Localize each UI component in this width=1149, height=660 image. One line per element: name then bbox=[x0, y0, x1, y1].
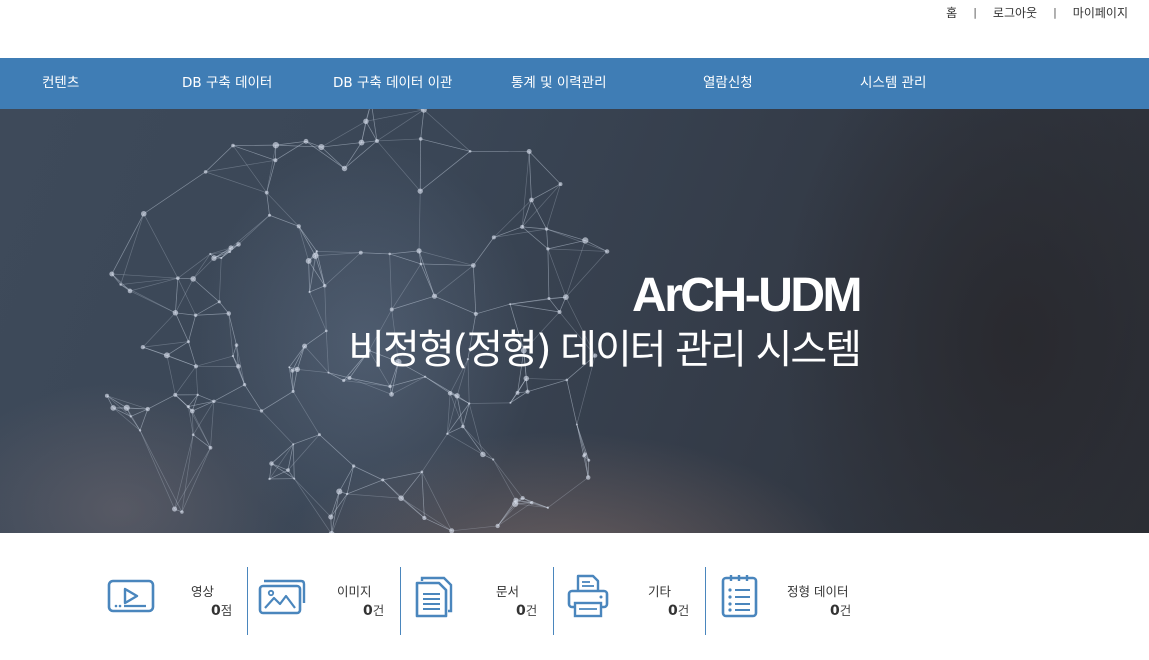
nav-item-db-migration[interactable]: DB 구축 데이터 이관 bbox=[333, 58, 452, 109]
image-icon bbox=[258, 579, 306, 615]
stat-value: 0건 bbox=[830, 600, 851, 619]
stat-unit: 건 bbox=[372, 603, 385, 618]
nav-item-contents[interactable]: 컨텐츠 bbox=[42, 58, 79, 109]
stats-row: 영상 0점 이미지 0건 문서 0건 기타 0건 정형 데이터 0건 bbox=[0, 533, 1149, 660]
stat-divider bbox=[247, 567, 248, 635]
stat-divider bbox=[400, 567, 401, 635]
stat-label: 영상 bbox=[191, 584, 215, 599]
document-icon bbox=[415, 576, 453, 618]
hero-title-ko: 비정형(정형) 데이터 관리 시스템 bbox=[348, 327, 862, 373]
stat-unit: 건 bbox=[839, 603, 852, 618]
top-utility-bar: 홈 | 로그아웃 | 마이페이지 bbox=[0, 0, 1149, 58]
stat-value: 0건 bbox=[363, 600, 384, 619]
stat-other[interactable]: 기타 0건 bbox=[566, 567, 696, 636]
stat-count: 0 bbox=[363, 603, 373, 619]
hero-title-en: ArCH-UDM bbox=[632, 269, 862, 322]
stat-unit: 건 bbox=[525, 603, 538, 618]
stat-value: 0건 bbox=[516, 600, 537, 619]
link-separator: | bbox=[1053, 6, 1057, 19]
logout-link[interactable]: 로그아웃 bbox=[993, 4, 1037, 21]
stat-image[interactable]: 이미지 0건 bbox=[257, 567, 392, 636]
hero-banner: ArCH-UDM 비정형(정형) 데이터 관리 시스템 bbox=[0, 109, 1149, 533]
network-globe-graphic bbox=[104, 109, 610, 533]
stat-divider bbox=[553, 567, 554, 635]
stat-value: 0건 bbox=[668, 600, 689, 619]
video-icon bbox=[107, 579, 155, 613]
stat-count: 0 bbox=[516, 603, 526, 619]
stat-divider bbox=[705, 567, 706, 635]
clipboard-list-icon bbox=[721, 575, 758, 618]
nav-item-system-admin[interactable]: 시스템 관리 bbox=[860, 58, 926, 109]
main-nav: 컨텐츠 DB 구축 데이터 DB 구축 데이터 이관 통계 및 이력관리 열람신… bbox=[0, 58, 1149, 109]
stat-video[interactable]: 영상 0점 bbox=[107, 567, 237, 636]
nav-item-access-request[interactable]: 열람신청 bbox=[703, 58, 753, 109]
nav-item-statistics[interactable]: 통계 및 이력관리 bbox=[511, 58, 607, 109]
stat-label: 기타 bbox=[648, 584, 672, 599]
stat-document[interactable]: 문서 0건 bbox=[414, 567, 544, 636]
stat-value: 0점 bbox=[211, 600, 232, 619]
mypage-link[interactable]: 마이페이지 bbox=[1073, 4, 1128, 21]
stat-count: 0 bbox=[211, 603, 221, 619]
stat-count: 0 bbox=[830, 603, 840, 619]
stat-count: 0 bbox=[668, 603, 678, 619]
stat-unit: 건 bbox=[677, 603, 690, 618]
stat-label: 정형 데이터 bbox=[787, 584, 849, 599]
printer-icon bbox=[567, 574, 609, 618]
link-separator: | bbox=[973, 6, 977, 19]
nav-item-db-data[interactable]: DB 구축 데이터 bbox=[182, 58, 272, 109]
home-link[interactable]: 홈 bbox=[946, 4, 957, 21]
top-links: 홈 | 로그아웃 | 마이페이지 bbox=[946, 4, 1128, 21]
stat-unit: 점 bbox=[220, 603, 233, 618]
stat-label: 문서 bbox=[496, 584, 520, 599]
stat-structured-data[interactable]: 정형 데이터 0건 bbox=[720, 567, 860, 636]
stat-label: 이미지 bbox=[337, 584, 372, 599]
